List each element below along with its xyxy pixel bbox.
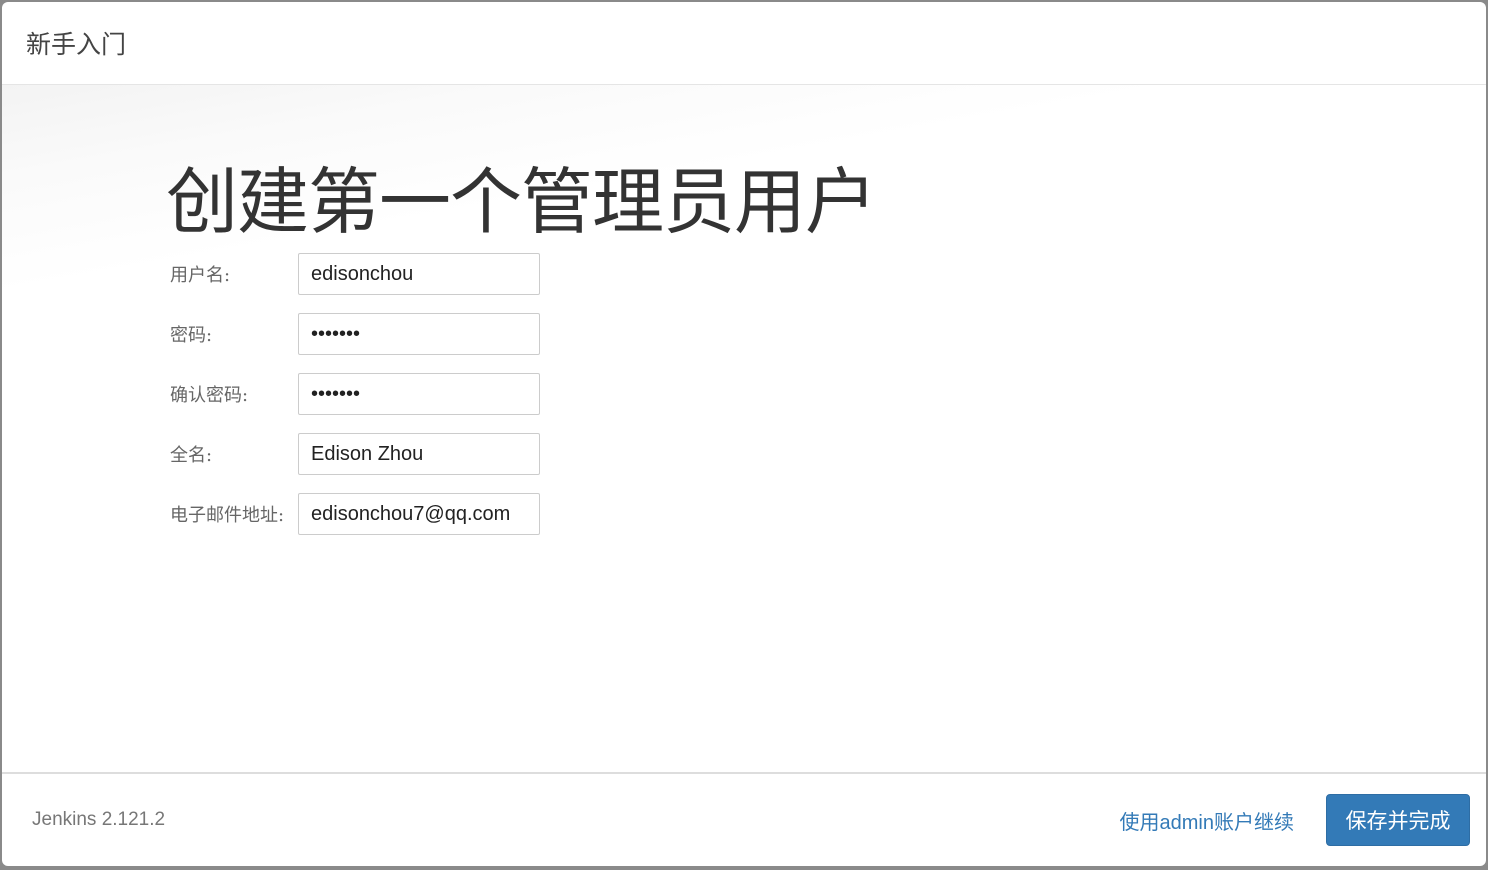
continue-as-admin-link[interactable]: 使用admin账户继续	[1120, 806, 1294, 835]
fullname-input[interactable]	[298, 433, 540, 475]
dialog-footer: Jenkins 2.121.2 使用admin账户继续 保存并完成	[2, 772, 1486, 866]
password-label: 密码:	[170, 325, 213, 346]
password-row: 密码:	[170, 313, 540, 355]
confirm-password-label: 确认密码:	[170, 385, 249, 406]
jenkins-version: Jenkins 2.121.2	[32, 809, 166, 830]
confirm-password-input[interactable]	[298, 373, 540, 415]
fullname-row: 全名:	[170, 433, 540, 475]
page-title: 创建第一个管理员用户	[166, 160, 877, 244]
username-label: 用户名:	[170, 265, 231, 286]
dialog-title: 新手入门	[26, 30, 127, 59]
email-row: 电子邮件地址:	[170, 493, 540, 535]
setup-wizard-dialog: 新手入门 创建第一个管理员用户 用户名: 密码: 确认密码: 全名: 电子邮件地…	[2, 2, 1486, 866]
email-label: 电子邮件地址:	[170, 505, 285, 526]
save-and-finish-button[interactable]: 保存并完成	[1326, 794, 1470, 846]
username-row: 用户名:	[170, 253, 540, 295]
username-input[interactable]	[298, 253, 540, 295]
fullname-label: 全名:	[170, 445, 213, 466]
email-input[interactable]	[298, 493, 540, 535]
password-input[interactable]	[298, 313, 540, 355]
dialog-body: 创建第一个管理员用户 用户名: 密码: 确认密码: 全名: 电子邮件地址:	[2, 85, 1486, 773]
dialog-header: 新手入门	[2, 2, 1486, 85]
confirm-password-row: 确认密码:	[170, 373, 540, 415]
